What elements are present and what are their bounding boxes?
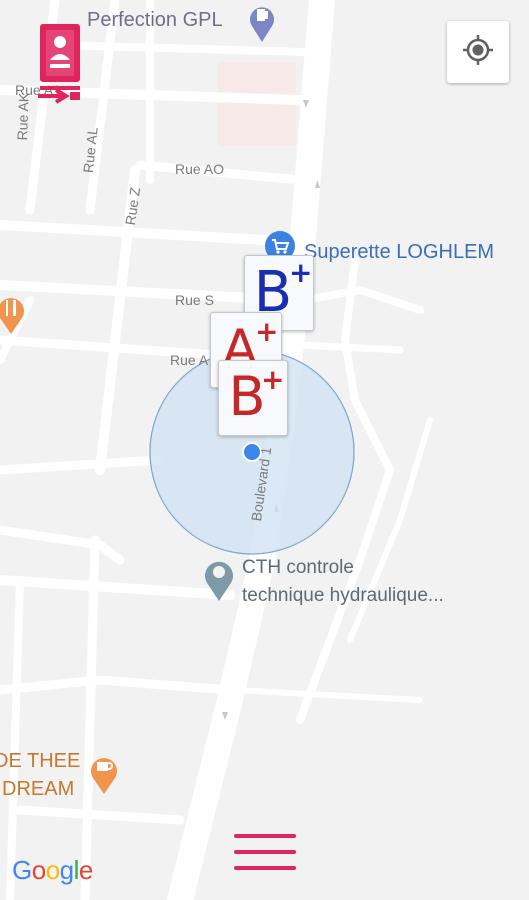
- poi-label-cafe-line2[interactable]: DREAM: [2, 776, 74, 802]
- poi-label-cafe-line1[interactable]: DE THEE: [0, 748, 80, 774]
- street-label-rue-s: Rue S: [175, 292, 214, 308]
- gas-station-icon: [248, 2, 276, 47]
- google-logo: Google: [12, 855, 93, 886]
- google-logo-text: Google: [12, 855, 93, 885]
- blood-marker-b-positive[interactable]: B +: [218, 360, 288, 436]
- menu-button[interactable]: [232, 830, 298, 874]
- poi-label-cth-line2[interactable]: technique hydraulique...: [242, 582, 444, 610]
- blood-group-sign: +: [255, 315, 279, 348]
- my-location-icon: [461, 33, 495, 72]
- poi-label-superette[interactable]: Superette LOGHLEM: [304, 241, 494, 264]
- blood-group-sign: +: [261, 363, 285, 396]
- poi-label-cth-line1[interactable]: CTH controle: [242, 554, 354, 582]
- street-label-rue-ao: Rue AO: [175, 161, 225, 177]
- my-location-button[interactable]: [447, 21, 509, 83]
- poi-label-perfection[interactable]: Perfection GPL: [87, 9, 223, 32]
- profile-button[interactable]: [36, 20, 86, 108]
- restaurant-icon: [0, 292, 28, 339]
- street-label-rue-ak: Rue AK: [14, 92, 32, 141]
- blood-group-sign: +: [289, 256, 313, 289]
- cafe-icon: [88, 752, 120, 799]
- street-label-rue-a: Rue A: [170, 352, 209, 368]
- hamburger-menu-icon: [232, 830, 298, 874]
- profile-card-icon: [36, 24, 86, 112]
- location-pin-icon: [202, 555, 236, 606]
